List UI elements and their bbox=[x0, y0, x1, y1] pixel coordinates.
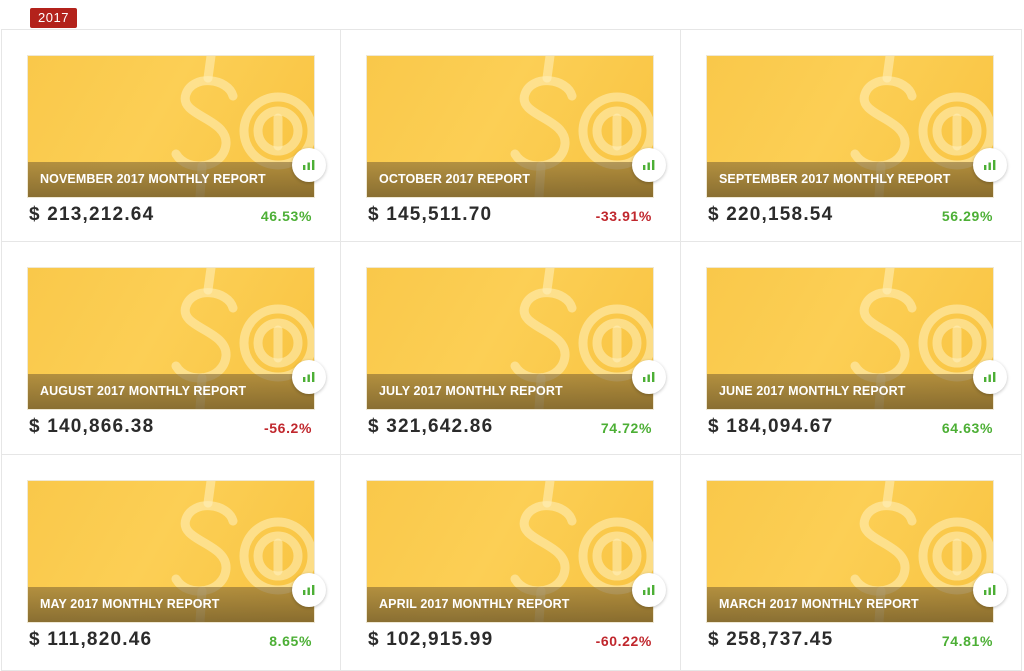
report-title[interactable]: APRIL 2017 MONTHLY REPORT bbox=[379, 597, 570, 611]
bar-chart-icon bbox=[643, 372, 655, 382]
report-card[interactable]: JUNE 2017 MONTHLY REPORT $ 184,094.67 64… bbox=[681, 242, 1022, 455]
report-card[interactable]: MAY 2017 MONTHLY REPORT $ 111,820.46 8.6… bbox=[1, 455, 341, 671]
report-thumbnail[interactable]: JUNE 2017 MONTHLY REPORT bbox=[707, 268, 993, 409]
report-change: 74.72% bbox=[600, 420, 652, 436]
report-thumbnail[interactable]: APRIL 2017 MONTHLY REPORT bbox=[367, 481, 653, 622]
report-title[interactable]: JUNE 2017 MONTHLY REPORT bbox=[719, 384, 905, 398]
bar-chart-icon bbox=[984, 372, 996, 382]
chart-button[interactable] bbox=[292, 573, 326, 607]
report-change: -60.22% bbox=[595, 633, 652, 649]
report-change: 46.53% bbox=[260, 208, 312, 224]
bar-chart-icon bbox=[643, 160, 655, 170]
report-amount: $ 184,094.67 bbox=[708, 416, 834, 437]
report-amount: $ 140,866.38 bbox=[29, 416, 155, 437]
report-change: -33.91% bbox=[595, 208, 652, 224]
report-thumbnail[interactable]: NOVEMBER 2017 MONTHLY REPORT bbox=[28, 56, 314, 197]
report-title[interactable]: AUGUST 2017 MONTHLY REPORT bbox=[40, 384, 246, 398]
bar-chart-icon bbox=[643, 585, 655, 595]
chart-button[interactable] bbox=[632, 360, 666, 394]
report-thumbnail[interactable]: OCTOBER 2017 REPORT bbox=[367, 56, 653, 197]
report-card[interactable]: SEPTEMBER 2017 MONTHLY REPORT $ 220,158.… bbox=[681, 29, 1022, 242]
report-amount: $ 258,737.45 bbox=[708, 629, 834, 650]
chart-button[interactable] bbox=[973, 360, 1007, 394]
report-amount: $ 111,820.46 bbox=[29, 629, 153, 650]
report-title[interactable]: NOVEMBER 2017 MONTHLY REPORT bbox=[40, 172, 266, 186]
chart-button[interactable] bbox=[632, 573, 666, 607]
report-thumbnail[interactable]: MAY 2017 MONTHLY REPORT bbox=[28, 481, 314, 622]
bar-chart-icon bbox=[984, 585, 996, 595]
report-card[interactable]: MARCH 2017 MONTHLY REPORT $ 258,737.45 7… bbox=[681, 455, 1022, 671]
report-title[interactable]: MAY 2017 MONTHLY REPORT bbox=[40, 597, 219, 611]
bar-chart-icon bbox=[984, 160, 996, 170]
bar-chart-icon bbox=[303, 160, 315, 170]
report-card[interactable]: APRIL 2017 MONTHLY REPORT $ 102,915.99 -… bbox=[341, 455, 681, 671]
report-title[interactable]: SEPTEMBER 2017 MONTHLY REPORT bbox=[719, 172, 950, 186]
report-title[interactable]: JULY 2017 MONTHLY REPORT bbox=[379, 384, 563, 398]
chart-button[interactable] bbox=[973, 573, 1007, 607]
bar-chart-icon bbox=[303, 372, 315, 382]
report-change: 8.65% bbox=[269, 633, 312, 649]
report-card[interactable]: OCTOBER 2017 REPORT $ 145,511.70 -33.91% bbox=[341, 29, 681, 242]
report-thumbnail[interactable]: AUGUST 2017 MONTHLY REPORT bbox=[28, 268, 314, 409]
chart-button[interactable] bbox=[292, 360, 326, 394]
report-change: 64.63% bbox=[941, 420, 993, 436]
bar-chart-icon bbox=[303, 585, 315, 595]
report-change: -56.2% bbox=[264, 420, 312, 436]
report-thumbnail[interactable]: SEPTEMBER 2017 MONTHLY REPORT bbox=[707, 56, 993, 197]
year-badge[interactable]: 2017 bbox=[30, 8, 77, 28]
report-thumbnail[interactable]: MARCH 2017 MONTHLY REPORT bbox=[707, 481, 993, 622]
report-amount: $ 102,915.99 bbox=[368, 629, 494, 650]
report-card[interactable]: AUGUST 2017 MONTHLY REPORT $ 140,866.38 … bbox=[1, 242, 341, 455]
chart-button[interactable] bbox=[632, 148, 666, 182]
report-change: 56.29% bbox=[941, 208, 993, 224]
report-amount: $ 213,212.64 bbox=[29, 204, 155, 225]
chart-button[interactable] bbox=[973, 148, 1007, 182]
report-title[interactable]: OCTOBER 2017 REPORT bbox=[379, 172, 530, 186]
report-card[interactable]: JULY 2017 MONTHLY REPORT $ 321,642.86 74… bbox=[341, 242, 681, 455]
report-amount: $ 321,642.86 bbox=[368, 416, 494, 437]
report-card[interactable]: NOVEMBER 2017 MONTHLY REPORT $ 213,212.6… bbox=[1, 29, 341, 242]
report-amount: $ 220,158.54 bbox=[708, 204, 834, 225]
report-change: 74.81% bbox=[941, 633, 993, 649]
report-grid: NOVEMBER 2017 MONTHLY REPORT $ 213,212.6… bbox=[1, 29, 1022, 671]
report-thumbnail[interactable]: JULY 2017 MONTHLY REPORT bbox=[367, 268, 653, 409]
chart-button[interactable] bbox=[292, 148, 326, 182]
report-title[interactable]: MARCH 2017 MONTHLY REPORT bbox=[719, 597, 919, 611]
report-amount: $ 145,511.70 bbox=[368, 204, 493, 225]
